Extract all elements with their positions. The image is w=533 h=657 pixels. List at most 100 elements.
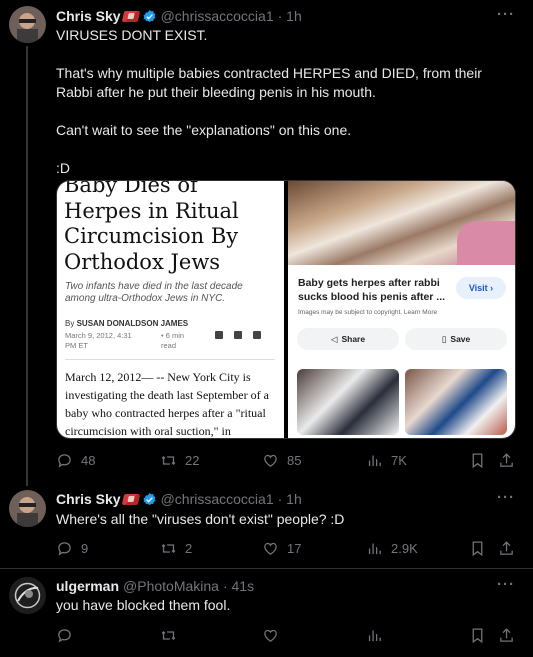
retweet-button[interactable] — [160, 625, 177, 645]
reply-button[interactable] — [56, 625, 73, 645]
twitter-icon — [234, 331, 242, 339]
tweet-3[interactable]: ulgerman @PhotoMakina · 41s ··· you have… — [0, 569, 533, 657]
views-icon — [368, 455, 381, 466]
like-count: 17 — [287, 540, 302, 556]
reply-icon — [58, 453, 71, 467]
article-screenshot[interactable]: Baby Dies of Herpes in Ritual Circumcisi… — [57, 181, 284, 438]
views-icon — [368, 543, 381, 554]
article-subhead: Two infants have died in the last decade… — [65, 281, 243, 304]
like-button[interactable]: 85 — [262, 450, 301, 470]
byline-prefix: By — [65, 319, 75, 328]
views-icon — [368, 630, 381, 641]
article-read-time: • 6 min read — [161, 331, 185, 350]
bookmark-button[interactable] — [469, 538, 486, 558]
tweet-line: That's why multiple babies contracted HE… — [56, 65, 482, 100]
author-name[interactable]: ulgerman — [56, 578, 119, 594]
article-date: March 9, 2012, 4:31 PM ET — [65, 331, 132, 350]
reply-icon — [58, 628, 71, 642]
tweet-actions: 9 2 17 2.9K — [56, 538, 516, 558]
bookmark-icon — [472, 452, 483, 468]
bookmark-button[interactable] — [469, 625, 486, 645]
tweet-actions — [56, 625, 516, 645]
more-options-button[interactable]: ··· — [497, 6, 515, 23]
retweet-icon — [161, 630, 176, 640]
tweet-text: Where's all the "viruses don't exist" pe… — [56, 511, 345, 527]
author-name[interactable]: Chris Sky — [56, 491, 121, 507]
save-chip: ▯ Save — [405, 328, 507, 350]
author-handle[interactable]: @chrissaccoccia1 — [161, 491, 274, 507]
views-button[interactable] — [366, 625, 383, 645]
author-avatar[interactable] — [9, 577, 46, 614]
tweet-line: VIRUSES DONT EXIST. — [56, 27, 208, 43]
tweet-line: :D — [56, 160, 70, 176]
flag-icon — [121, 10, 140, 22]
search-result-screenshot[interactable]: Baby gets herpes after rabbi sucks blood… — [288, 181, 515, 438]
author-avatar[interactable] — [9, 6, 46, 43]
article-byline: By SUSAN DONALDSON JAMES — [65, 319, 188, 328]
reply-button[interactable]: 48 — [56, 450, 95, 470]
search-result-title: Baby gets herpes after rabbi sucks blood… — [298, 277, 446, 303]
share-icon — [500, 540, 513, 555]
related-image — [405, 369, 507, 435]
like-icon — [264, 454, 277, 467]
retweet-button[interactable]: 2 — [160, 538, 192, 558]
article-social-icons — [215, 331, 261, 339]
author-avatar[interactable] — [9, 490, 46, 527]
share-chip: ◁ Share — [297, 328, 399, 350]
like-icon — [264, 629, 277, 642]
share-icon — [500, 627, 513, 642]
tweet-2[interactable]: Chris Sky @chrissaccoccia1 · 1h ··· Wher… — [0, 486, 533, 566]
copyright-note: Images may be subject to copyright. Lear… — [298, 309, 438, 316]
article-headline: Baby Dies of Herpes in Ritual Circumcisi… — [64, 181, 239, 274]
author-name[interactable]: Chris Sky — [56, 8, 121, 24]
bookmark-icon — [472, 540, 483, 556]
more-options-button[interactable]: ··· — [497, 489, 515, 506]
tweet-1[interactable]: Chris Sky @chrissaccoccia1 · 1h ··· VIRU… — [0, 0, 533, 486]
divider — [65, 359, 275, 360]
tweet-media[interactable]: Baby Dies of Herpes in Ritual Circumcisi… — [56, 180, 516, 439]
views-count: 7K — [391, 452, 407, 468]
tweet-header: Chris Sky @chrissaccoccia1 · 1h — [56, 6, 302, 26]
share-icon — [500, 452, 513, 467]
more-options-button[interactable]: ··· — [497, 576, 515, 593]
bookmark-button[interactable] — [469, 450, 486, 470]
views-button[interactable]: 7K — [366, 450, 407, 470]
views-button[interactable]: 2.9K — [366, 538, 418, 558]
like-icon — [264, 542, 277, 555]
tweet-line: Can't wait to see the "explanations" on … — [56, 122, 352, 138]
thread-line — [26, 46, 28, 486]
verified-icon — [143, 9, 156, 22]
bookmark-outline-icon: ▯ — [441, 333, 447, 344]
visit-button: Visit › — [456, 277, 506, 299]
tweet-time[interactable]: · 41s — [223, 578, 254, 594]
like-button[interactable]: 17 — [262, 538, 301, 558]
retweet-icon — [161, 543, 176, 553]
share-button[interactable] — [498, 625, 515, 645]
share-button[interactable] — [498, 450, 515, 470]
reply-button[interactable]: 9 — [56, 538, 88, 558]
share-chip-label: Share — [341, 334, 366, 344]
tweet-time[interactable]: · 1h — [278, 8, 302, 24]
tweet-time[interactable]: · 1h — [278, 491, 302, 507]
bookmark-icon — [472, 627, 483, 643]
article-body: March 12, 2012— -- New York City is inve… — [65, 370, 269, 438]
retweet-count: 2 — [185, 540, 193, 556]
reply-icon — [58, 541, 71, 555]
retweet-button[interactable]: 22 — [160, 450, 199, 470]
tweet-header: ulgerman @PhotoMakina · 41s — [56, 576, 254, 596]
share-arrow-icon: ◁ — [330, 333, 338, 344]
email-icon — [253, 331, 261, 339]
like-count: 85 — [287, 452, 302, 468]
author-handle[interactable]: @PhotoMakina — [123, 578, 219, 594]
like-button[interactable] — [262, 625, 279, 645]
tweet-header: Chris Sky @chrissaccoccia1 · 1h — [56, 489, 302, 509]
retweet-icon — [161, 455, 176, 465]
author-handle[interactable]: @chrissaccoccia1 — [161, 8, 274, 24]
retweet-count: 22 — [185, 452, 200, 468]
share-button[interactable] — [498, 538, 515, 558]
tweet-actions: 48 22 85 7K — [56, 450, 516, 470]
facebook-icon — [215, 331, 223, 339]
tweet-text: VIRUSES DONT EXIST. That's why multiple … — [56, 26, 516, 178]
article-author: SUSAN DONALDSON JAMES — [76, 319, 189, 328]
save-chip-label: Save — [450, 334, 471, 344]
